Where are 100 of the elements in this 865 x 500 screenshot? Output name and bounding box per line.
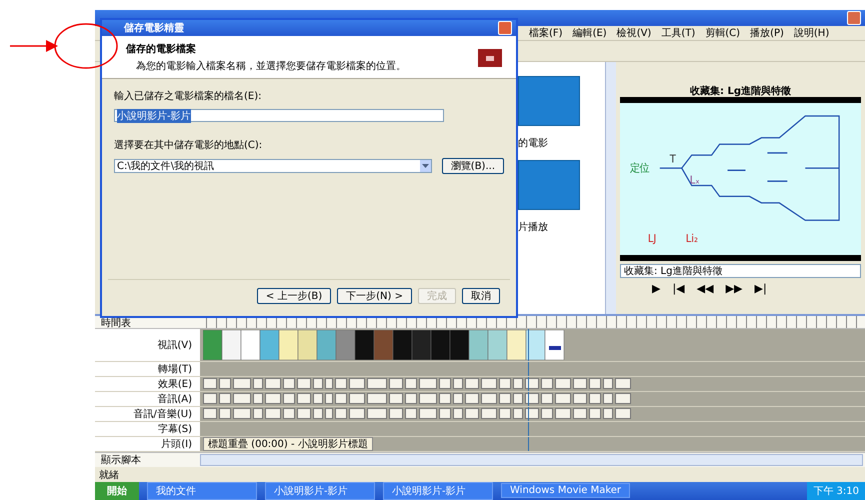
timeline-clip[interactable]: [589, 393, 601, 404]
timeline-clip[interactable]: [499, 378, 511, 390]
seek-bar[interactable]: 收藏集: Lg進階與特徵: [620, 264, 861, 278]
timeline-clip[interactable]: [541, 393, 553, 404]
menu-item[interactable]: 編輯(E): [572, 26, 607, 40]
timeline-clip[interactable]: [389, 393, 403, 404]
start-button[interactable]: 開始: [95, 482, 139, 500]
wizard-button[interactable]: < 上一步(B): [256, 288, 332, 304]
timeline-clip[interactable]: [603, 408, 613, 420]
timeline-clip[interactable]: [405, 393, 417, 404]
menu-item[interactable]: 檔案(F): [529, 26, 563, 40]
timeline-clip[interactable]: [233, 408, 251, 420]
menu-item[interactable]: 說明(H): [794, 26, 830, 40]
timeline-clip[interactable]: [439, 408, 451, 420]
playback-button[interactable]: ▶▶: [724, 282, 744, 295]
timeline-clip[interactable]: [313, 378, 323, 390]
timeline-clip[interactable]: [541, 408, 553, 420]
timeline-clip[interactable]: [481, 378, 497, 390]
timeline-clip[interactable]: [419, 408, 437, 420]
timeline-clip[interactable]: [265, 378, 281, 390]
timeline-clip[interactable]: [219, 393, 231, 404]
timeline-clip[interactable]: [525, 408, 539, 420]
filename-field[interactable]: 小說明影片-影片: [114, 109, 444, 122]
timeline-clip[interactable]: [499, 393, 511, 404]
timeline-clip[interactable]: [203, 378, 217, 390]
scrollbar[interactable]: [605, 62, 616, 314]
location-dropdown[interactable]: C:\我的文件\我的視訊: [114, 159, 432, 173]
close-button[interactable]: [847, 10, 861, 25]
taskbar-item[interactable]: 小說明影片-影片: [383, 482, 493, 500]
timeline-clip[interactable]: [541, 378, 553, 390]
timeline-clip[interactable]: [265, 408, 281, 420]
timeline-clip[interactable]: [439, 393, 451, 404]
timeline-clip[interactable]: [253, 393, 263, 404]
timeline-clip[interactable]: [589, 408, 601, 420]
timeline-clip[interactable]: [283, 408, 295, 420]
timeline-clip[interactable]: [603, 378, 613, 390]
dropdown-arrow-icon[interactable]: [422, 164, 429, 168]
timeline-clip[interactable]: [325, 378, 333, 390]
timeline-clip[interactable]: [453, 378, 463, 390]
timeline-clip[interactable]: [253, 378, 263, 390]
timeline-clip[interactable]: [555, 393, 571, 404]
timeline-clip[interactable]: [219, 378, 231, 390]
timeline-clip[interactable]: [555, 378, 571, 390]
menu-item[interactable]: 工具(T): [661, 26, 696, 40]
timeline-clip[interactable]: [283, 378, 295, 390]
playback-button[interactable]: ▶|: [752, 282, 769, 295]
timeline-clip[interactable]: [481, 408, 497, 420]
timeline-clip[interactable]: [465, 378, 479, 390]
timeline-clip[interactable]: [465, 408, 479, 420]
timeline-clip[interactable]: [603, 393, 613, 404]
taskbar-item[interactable]: 小說明影片-影片: [265, 482, 375, 500]
timeline-clip[interactable]: [405, 408, 417, 420]
timeline-clip[interactable]: [525, 393, 539, 404]
timeline-clip[interactable]: [405, 378, 417, 390]
timeline-clip[interactable]: [265, 393, 281, 404]
timeline-clip[interactable]: [253, 408, 263, 420]
timeline-clip[interactable]: [465, 393, 479, 404]
menu-item[interactable]: 播放(P): [750, 26, 784, 40]
timeline-clip[interactable]: [203, 393, 217, 404]
timeline-clip[interactable]: [349, 378, 365, 390]
taskbar-item[interactable]: Windows Movie Maker: [501, 483, 630, 498]
timeline-clip[interactable]: [439, 378, 451, 390]
close-button[interactable]: [498, 21, 512, 35]
timeline-clip[interactable]: [453, 408, 463, 420]
playback-button[interactable]: ◀◀: [694, 282, 716, 295]
timeline-clip[interactable]: [513, 393, 523, 404]
timeline-clip[interactable]: [513, 408, 523, 420]
playback-button[interactable]: ▶: [650, 282, 662, 295]
timeline-clip[interactable]: [615, 393, 631, 404]
timeline-clip[interactable]: [481, 393, 497, 404]
timeline-clip[interactable]: [219, 408, 231, 420]
timeline-clip[interactable]: [453, 393, 463, 404]
timeline-clip[interactable]: [589, 378, 601, 390]
timeline-clip[interactable]: [335, 393, 347, 404]
timeline-clip[interactable]: [555, 408, 571, 420]
timeline-clip[interactable]: [499, 408, 511, 420]
menu-item[interactable]: 剪輯(C): [705, 26, 740, 40]
timeline-clip[interactable]: [233, 393, 251, 404]
timeline-clip[interactable]: [349, 393, 365, 404]
timeline-clip[interactable]: [525, 378, 539, 390]
playback-button[interactable]: |◀: [670, 282, 687, 295]
timeline-clip[interactable]: [313, 393, 323, 404]
timeline-clip[interactable]: [419, 393, 437, 404]
browse-button[interactable]: 瀏覽(B)...: [442, 158, 504, 174]
timeline-clip[interactable]: [203, 408, 217, 420]
timeline-clip[interactable]: [325, 408, 333, 420]
timeline-clip[interactable]: [283, 393, 295, 404]
timeline-clip[interactable]: [615, 378, 631, 390]
taskbar-item[interactable]: 我的文件: [147, 482, 257, 500]
timeline-clip[interactable]: [615, 408, 631, 420]
timeline-clip[interactable]: [335, 408, 347, 420]
timeline-clip[interactable]: [349, 408, 365, 420]
timeline-clip[interactable]: [513, 378, 523, 390]
timeline-clip[interactable]: [419, 378, 437, 390]
menu-item[interactable]: 檢視(V): [616, 26, 652, 40]
timeline-clip[interactable]: [297, 378, 311, 390]
scrollbar[interactable]: [200, 454, 863, 466]
timeline-clip[interactable]: [297, 393, 311, 404]
wizard-button[interactable]: 取消: [462, 288, 500, 304]
timeline-clip[interactable]: [367, 393, 387, 404]
